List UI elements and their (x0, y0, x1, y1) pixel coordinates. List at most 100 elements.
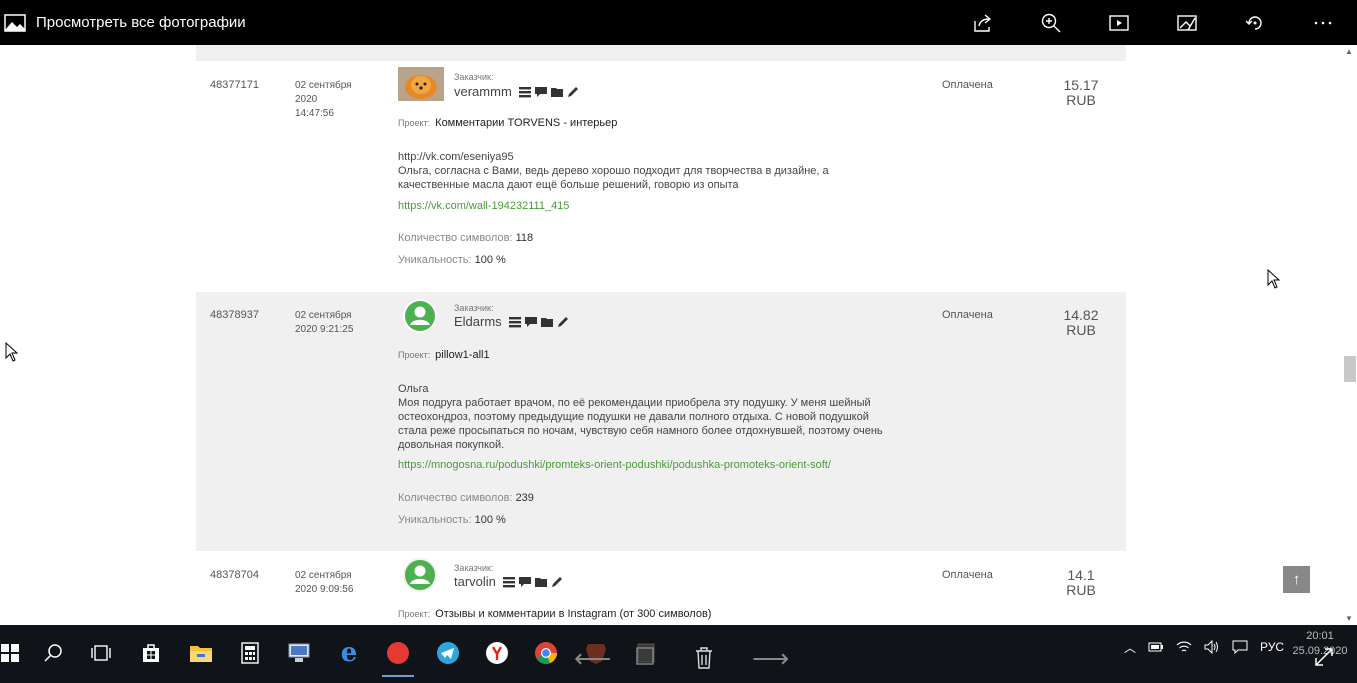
pencil-icon[interactable] (567, 86, 579, 98)
order-id: 48377171 (210, 79, 259, 91)
customer-avatar[interactable] (398, 67, 444, 101)
message-icon[interactable] (518, 576, 531, 588)
pencil-icon[interactable] (557, 316, 569, 328)
default-avatar-icon[interactable] (402, 557, 438, 593)
language-indicator[interactable]: РУС (1260, 640, 1284, 654)
status-badge: Оплачена (942, 309, 993, 321)
folder-icon[interactable] (540, 316, 553, 328)
list-icon[interactable] (502, 576, 515, 588)
customer-line: Eldarms (454, 314, 569, 329)
order-price: 14.82 RUB (1046, 308, 1116, 338)
price-value: 15.17 (1063, 77, 1099, 93)
order-date-line: 2020 (295, 94, 318, 105)
calculator-button[interactable] (230, 633, 270, 673)
order-date: 02 сентября 2020 9:09:56 (295, 569, 375, 597)
order-price: 15.17 RUB (1046, 78, 1116, 108)
uniqueness: Уникальность: 100 % (398, 254, 506, 266)
slideshow-button[interactable] (1085, 0, 1153, 45)
radio-app-icon (387, 642, 409, 664)
result-link[interactable]: https://vk.com/wall-194232111_415 (398, 200, 569, 212)
search-icon (44, 644, 62, 662)
notification-icon[interactable] (1232, 640, 1248, 654)
order-date: 02 сентября 2020 9:21:25 (295, 309, 375, 337)
order-row: 48378937 02 сентября 2020 9:21:25 Заказч… (196, 292, 1126, 551)
project-line: Проект: Отзывы и комментарии в Instagram … (398, 608, 711, 620)
customer-name[interactable]: verammm (454, 84, 512, 99)
scroll-to-top-button[interactable]: ↑ (1283, 566, 1310, 593)
crop-icon[interactable] (634, 645, 656, 667)
order-date-line: 02 сентября (295, 310, 352, 321)
char-count: Количество символов: 118 (398, 232, 533, 244)
price-currency: RUB (1066, 92, 1096, 108)
edge-button[interactable]: e (329, 633, 369, 673)
uniqueness-value: 100 % (474, 514, 506, 526)
more-button[interactable] (1289, 0, 1357, 45)
delete-icon[interactable] (695, 647, 713, 669)
pencil-icon[interactable] (551, 576, 563, 588)
previous-photo-arrow-icon[interactable]: ⟵ (574, 643, 611, 674)
chevron-up-icon[interactable]: ︿ (1124, 639, 1136, 656)
search-button[interactable] (33, 633, 73, 673)
uniqueness: Уникальность: 100 % (398, 514, 506, 526)
store-button[interactable] (131, 633, 171, 673)
customer-name[interactable]: tarvolin (454, 574, 496, 589)
message-icon[interactable] (534, 86, 547, 98)
battery-icon[interactable] (1148, 641, 1164, 653)
zoom-button[interactable] (1017, 0, 1085, 45)
result-link[interactable]: https://mnogosna.ru/podushki/promteks-or… (398, 459, 831, 471)
volume-icon[interactable] (1204, 640, 1220, 654)
photos-app-window: Просмотреть все фотографии 48377171 02 с… (0, 0, 1357, 683)
next-photo-arrow-icon[interactable]: ⟶ (752, 643, 789, 674)
task-view-icon (91, 645, 111, 661)
list-icon[interactable] (518, 86, 531, 98)
folder-icon[interactable] (534, 576, 547, 588)
task-view-button[interactable] (81, 633, 121, 673)
project-name[interactable]: pillow1-all1 (435, 349, 489, 361)
scroll-down-arrow-icon[interactable]: ▼ (1345, 614, 1353, 623)
customer-name[interactable]: Eldarms (454, 314, 502, 329)
share-button[interactable] (949, 0, 1017, 45)
project-label: Проект: (398, 609, 431, 619)
message-icon[interactable] (524, 316, 537, 328)
uniqueness-label: Уникальность: (398, 254, 472, 266)
yandex-browser-button[interactable] (477, 633, 517, 673)
folder-icon[interactable] (550, 86, 563, 98)
store-icon (143, 644, 159, 662)
expand-icon[interactable] (1314, 647, 1334, 667)
scrollbar-thumb[interactable] (1344, 356, 1356, 382)
project-name[interactable]: Отзывы и комментарии в Instagram (от 300… (435, 608, 711, 620)
project-label: Проект: (398, 118, 431, 128)
char-count: Количество символов: 239 (398, 492, 534, 504)
share-icon (974, 13, 992, 32)
telegram-button[interactable] (428, 633, 468, 673)
project-line: Проект: pillow1-all1 (398, 349, 490, 361)
chrome-button[interactable] (526, 633, 566, 673)
customer-line: verammm (454, 84, 579, 99)
network-app-button[interactable] (279, 633, 319, 673)
list-icon[interactable] (508, 316, 521, 328)
project-label: Проект: (398, 350, 431, 360)
price-value: 14.82 (1063, 307, 1099, 323)
customer-label: Заказчик: (454, 72, 494, 82)
project-name[interactable]: Комментарии TORVENS - интерьер (435, 117, 617, 129)
vertical-scrollbar[interactable]: ▲ ▼ (1341, 45, 1357, 625)
photo-viewport: 48377171 02 сентября 2020 14:47:56 Заказ… (0, 45, 1357, 625)
price-currency: RUB (1066, 322, 1096, 338)
chrome-icon (535, 642, 557, 664)
order-date-line: 2020 9:09:56 (295, 584, 354, 595)
yandex-browser-icon (486, 642, 508, 664)
rotate-icon (1245, 15, 1262, 30)
start-button[interactable] (0, 633, 30, 673)
file-explorer-button[interactable] (181, 633, 221, 673)
default-avatar-icon[interactable] (402, 298, 438, 334)
customer-label: Заказчик: (454, 303, 494, 313)
more-icon (1314, 21, 1332, 24)
scroll-up-arrow-icon[interactable]: ▲ (1345, 47, 1353, 56)
edit-image-icon (1177, 14, 1197, 31)
edit-button[interactable] (1153, 0, 1221, 45)
wifi-icon[interactable] (1176, 640, 1192, 654)
rotate-button[interactable] (1221, 0, 1289, 45)
status-badge: Оплачена (942, 569, 993, 581)
char-count-label: Количество символов: (398, 232, 513, 244)
radio-app-button[interactable] (378, 633, 418, 677)
